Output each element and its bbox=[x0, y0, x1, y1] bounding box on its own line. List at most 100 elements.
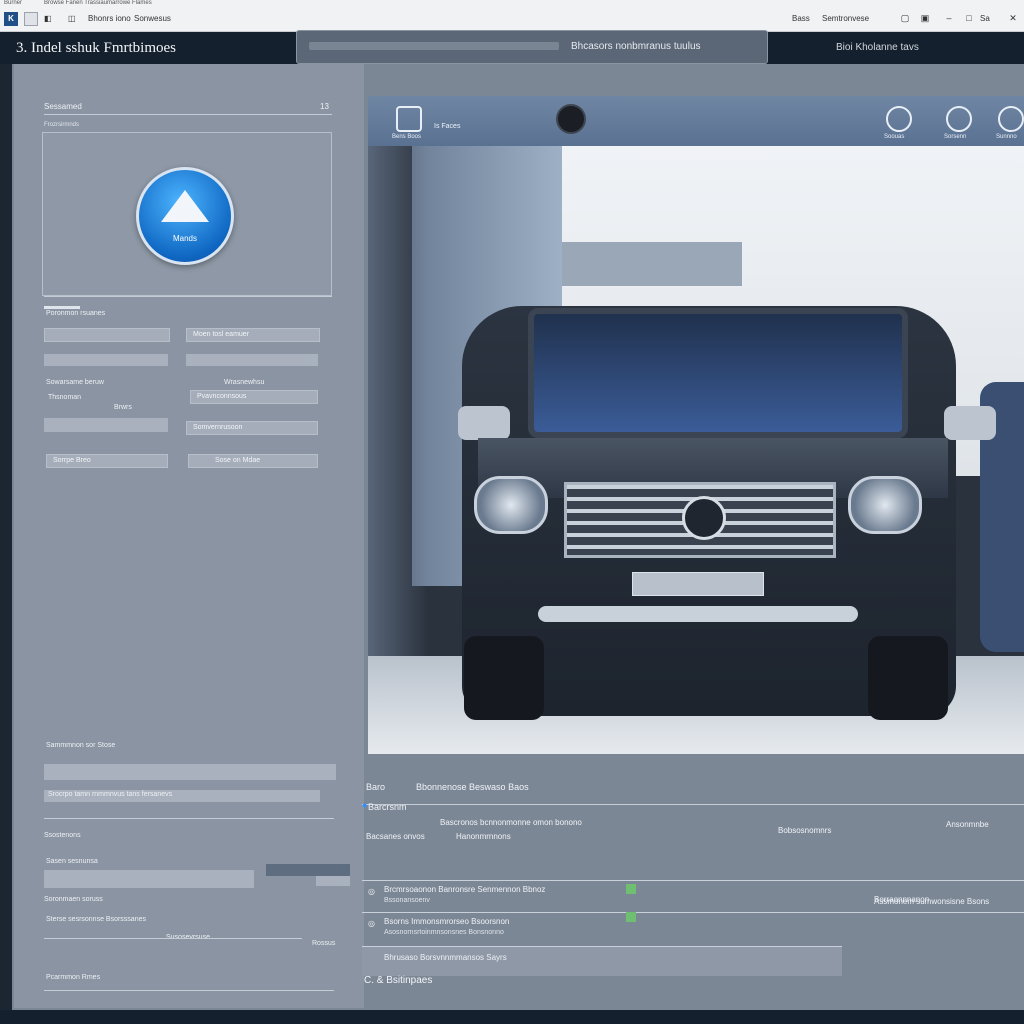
right-headlight bbox=[848, 476, 922, 534]
license-plate bbox=[632, 572, 764, 596]
field[interactable]: Sose on Mdae bbox=[188, 454, 318, 468]
restore-icon[interactable]: ▢ bbox=[900, 13, 910, 23]
table-row[interactable]: ◎ Bsorns Immonsmrorseo Bsoorsnon Asosnor… bbox=[362, 897, 1024, 942]
nav-label[interactable]: Sonwesus bbox=[134, 14, 171, 23]
top-label: Burner bbox=[4, 0, 23, 6]
status-bar bbox=[0, 1010, 1024, 1024]
mini-progress bbox=[44, 306, 80, 309]
section-label: Sammmnon sor Stose bbox=[46, 742, 116, 749]
minimize-icon[interactable]: – bbox=[944, 13, 954, 23]
field-label: Thsnoman bbox=[48, 394, 82, 401]
titlebar-right-label[interactable]: Bioi Kholanne tavs bbox=[836, 42, 919, 53]
divider bbox=[44, 114, 332, 115]
scroll-value: Rossus bbox=[312, 940, 336, 947]
right-mirror bbox=[944, 406, 996, 440]
windshield bbox=[528, 308, 908, 438]
field-value: Sose on Mdae bbox=[215, 457, 261, 464]
dark-bar bbox=[266, 864, 350, 876]
status-green-icon bbox=[626, 912, 636, 922]
section-label: Pcarmmon Rmes bbox=[46, 974, 101, 981]
row-title: Bsorns Immonsmrorseo Bsoorsnon bbox=[384, 917, 510, 926]
divider bbox=[362, 804, 1024, 805]
tab-button-icon[interactable] bbox=[24, 12, 38, 26]
left-tire bbox=[464, 636, 544, 720]
row-title: Bhrusaso Borsvnnmmansos Sayrs bbox=[384, 953, 507, 962]
section-line: Sterse sesrsonnse Bsorsssanes bbox=[46, 916, 146, 923]
app-title: 3. Indel sshuk Fmrtbimoes bbox=[16, 40, 176, 56]
search-placeholder bbox=[309, 42, 559, 50]
toolbar-caption: Soouas bbox=[884, 134, 905, 140]
refresh-icon[interactable] bbox=[946, 106, 972, 132]
tab-title[interactable]: Browse Fanen Trassiaumarrowe Flames bbox=[44, 0, 152, 6]
browser-top-strip: Burner Browse Fanen Trassiaumarrowe Flam… bbox=[0, 0, 1024, 8]
row-icon: ◎ bbox=[368, 919, 375, 928]
slider-track[interactable] bbox=[44, 938, 302, 939]
background-building bbox=[562, 242, 742, 286]
search-text: Bhcasors nonbmranus tuulus bbox=[571, 41, 701, 52]
results-subheader: Bascronos bcnnonmonne omon bonono bbox=[440, 818, 582, 827]
app-icon[interactable] bbox=[396, 106, 422, 132]
browser-toolbar: K ◧ ◫ Bhonrs iono Sonwesus Bass Semtronv… bbox=[0, 12, 1024, 28]
tile-icon[interactable]: ▣ bbox=[920, 13, 930, 23]
field[interactable]: Pvavnconnsous bbox=[190, 390, 318, 404]
column-label: Bacsanes onvos bbox=[366, 832, 425, 841]
camera-icon[interactable] bbox=[556, 104, 586, 134]
column-label: Hanonmrnnons bbox=[456, 832, 511, 841]
maximize-icon[interactable]: □ bbox=[964, 13, 974, 23]
field[interactable]: Sorrpe Breo bbox=[46, 454, 168, 468]
section-label: Ssostenons bbox=[44, 832, 81, 839]
field[interactable]: Moen tosl eamuer bbox=[186, 328, 320, 342]
toolbar-caption: Sorsenn bbox=[944, 134, 967, 140]
text-field[interactable] bbox=[44, 870, 254, 888]
field[interactable]: Somvernrusoon bbox=[186, 421, 318, 435]
search-input[interactable]: Bhcasors nonbmranus tuulus bbox=[296, 30, 768, 64]
field-placeholder bbox=[44, 354, 168, 366]
field-value: Sorrpe Breo bbox=[53, 457, 91, 464]
back-icon[interactable]: ◧ bbox=[44, 14, 52, 23]
nav-label[interactable]: Bhonrs iono bbox=[88, 14, 131, 23]
row-title: Brcmrsoaonon Banronsre Senmennon Bbnoz bbox=[384, 885, 546, 894]
brand-logo-text: Mands bbox=[172, 234, 197, 243]
vehicle-preview[interactable]: Bens Boos Is Faces Soouas Sorsenn Sunnno bbox=[368, 96, 1024, 754]
text-field[interactable] bbox=[44, 764, 336, 780]
toolbar-caption: Sunnno bbox=[996, 134, 1017, 140]
browser-chrome: Burner Browse Fanen Trassiaumarrowe Flam… bbox=[0, 0, 1024, 32]
results-row-title: Barcrsnm bbox=[368, 802, 407, 812]
preview-toolbar bbox=[368, 96, 1024, 146]
left-panel-count: 13 bbox=[320, 102, 329, 111]
brand-logo[interactable]: Mands bbox=[136, 167, 234, 265]
row-right: Assmonem sumwonsisne Bsons bbox=[874, 897, 990, 906]
bumper bbox=[538, 606, 858, 622]
field-placeholder bbox=[186, 354, 318, 366]
field-value: Pvavnconnsous bbox=[197, 393, 247, 400]
share-icon[interactable] bbox=[998, 106, 1024, 132]
left-mirror bbox=[458, 406, 510, 440]
section-line: Srocrpo tamn rnmmnvus tans fersanevs bbox=[48, 791, 173, 798]
left-headlight bbox=[474, 476, 548, 534]
info-icon[interactable]: ● bbox=[362, 800, 367, 810]
forward-icon[interactable]: ◫ bbox=[68, 14, 76, 23]
footer-title: C. & Bsitinpaes bbox=[364, 975, 433, 986]
mini-button[interactable] bbox=[316, 876, 350, 886]
divider bbox=[44, 990, 334, 991]
left-panel-subtitle: Frozrsirmnds bbox=[44, 122, 80, 128]
mountain-icon bbox=[161, 190, 209, 222]
column-label: Ansonmnbe bbox=[946, 820, 989, 829]
right-label[interactable]: Bass bbox=[792, 14, 810, 23]
field-label: Sowarsame beruw bbox=[46, 379, 104, 386]
divider bbox=[44, 818, 334, 819]
field[interactable] bbox=[44, 328, 170, 342]
section-sub: Sasen sesnunsa bbox=[46, 858, 98, 865]
field-value: Moen tosl eamuer bbox=[193, 331, 250, 338]
app-logo-icon[interactable]: K bbox=[4, 12, 18, 26]
section-label: Poronmon rsuanes bbox=[46, 310, 106, 317]
star-emblem-icon bbox=[682, 496, 726, 540]
close-icon[interactable]: ✕ bbox=[1008, 13, 1018, 23]
toolbar-name: Is Faces bbox=[434, 123, 461, 130]
row-icon: ◎ bbox=[368, 887, 375, 896]
print-icon[interactable] bbox=[886, 106, 912, 132]
field-label: Brwrs bbox=[114, 404, 132, 411]
right-label[interactable]: Semtronvese bbox=[822, 14, 869, 23]
table-row[interactable]: Bhrusaso Borsvnnmmansos Sayrs bbox=[362, 946, 842, 976]
row-sub: Bssonansoenv bbox=[384, 897, 430, 904]
